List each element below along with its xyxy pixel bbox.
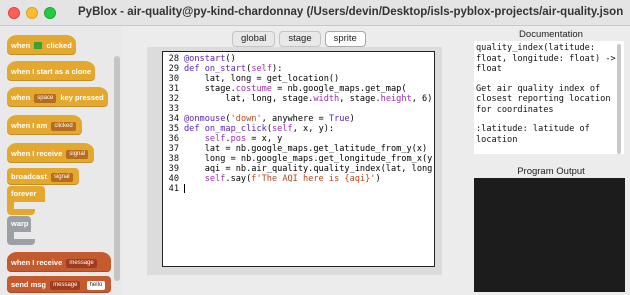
documentation-panel[interactable]: quality_index(latitude: float, longitude… [474, 41, 624, 154]
tab-stage[interactable]: stage [279, 31, 321, 47]
block-foot [7, 239, 35, 245]
green-flag-icon [34, 42, 43, 49]
block-label: when I am [11, 121, 48, 130]
broadcast-signal-dropdown[interactable]: signal [50, 173, 73, 182]
window-title: PyBlox - air-quality@py-kind-chardonnay … [78, 6, 623, 18]
code-line [184, 184, 434, 194]
block-label: when I receive [11, 149, 63, 158]
broadcast-block[interactable]: broadcast signal [7, 168, 79, 185]
when-flag-clicked-block[interactable]: when clicked [7, 35, 76, 55]
tab-global[interactable]: global [232, 31, 276, 47]
title-bar: PyBlox - air-quality@py-kind-chardonnay … [0, 0, 630, 26]
maximize-window-button[interactable] [44, 7, 56, 19]
line-number: 38 [168, 154, 179, 164]
send-message-dropdown[interactable]: message [50, 281, 81, 290]
text-cursor [184, 184, 185, 193]
line-number-gutter: 28 29 30 31 32 33 34 35 36 37 38 39 40 41 [163, 54, 179, 194]
when-key-pressed-block[interactable]: when space key pressed [7, 87, 108, 107]
when-i-am-block[interactable]: when I am clicked [7, 115, 82, 135]
block-label: key pressed [60, 93, 104, 102]
when-i-receive-message-block[interactable]: when I receive message [7, 252, 111, 272]
block-label: when I start as a clone [11, 67, 92, 76]
code-line: stage.costume = nb.google_maps.get_map( [184, 84, 407, 94]
block-label: forever [7, 186, 45, 202]
line-number: 34 [168, 114, 179, 124]
doc-description: Get air quality index of closest reporti… [476, 83, 611, 115]
code-line: def on_start(self): [184, 64, 283, 74]
code-line: @onmouse('down', anywhere = True) [184, 114, 355, 124]
line-number: 29 [168, 64, 179, 74]
code-line: @onstart() [184, 54, 236, 64]
line-number: 39 [168, 164, 179, 174]
documentation-title: Documentation [519, 29, 583, 40]
line-number: 33 [168, 104, 179, 114]
line-number: 31 [168, 84, 179, 94]
code-editor[interactable]: 28 29 30 31 32 33 34 35 36 37 38 39 40 41 @onstart() … [162, 51, 435, 267]
key-dropdown[interactable]: space [34, 94, 57, 103]
doc-signature: quality_index(latitude: float, longitude… [476, 43, 616, 74]
program-output-title: Program Output [517, 166, 585, 177]
program-output-canvas[interactable] [474, 178, 625, 292]
message-value-input[interactable]: hello [86, 281, 106, 290]
block-label: when [11, 93, 31, 102]
minimize-window-button[interactable] [26, 7, 38, 19]
close-window-button[interactable] [8, 7, 20, 19]
editor-frame: 28 29 30 31 32 33 34 35 36 37 38 39 40 41 @onstart() … [147, 47, 442, 275]
code-area[interactable]: @onstart() def on_start(self): lat, long… [184, 54, 434, 194]
tab-sprite[interactable]: sprite [324, 31, 366, 47]
line-number: 40 [168, 174, 179, 184]
line-number: 35 [168, 124, 179, 134]
code-line: lat = nb.google_maps.get_latitude_from_y… [184, 144, 428, 154]
code-line: lat, long = get_location() [184, 74, 340, 84]
forever-block[interactable]: forever [7, 186, 45, 215]
block-palette: when clicked when I start as a clone whe… [0, 26, 122, 295]
block-label: broadcast [11, 172, 47, 181]
code-line: long = nb.google_maps.get_longitude_from… [184, 154, 435, 164]
block-label: when I receive [11, 258, 63, 267]
message-dropdown[interactable]: message [66, 259, 97, 268]
block-arm [7, 202, 14, 209]
line-number: 37 [168, 144, 179, 154]
code-line: def on_map_click(self, x, y): [184, 124, 335, 134]
block-arm [7, 232, 14, 239]
when-start-as-clone-block[interactable]: when I start as a clone [7, 61, 96, 81]
line-number: 28 [168, 54, 179, 64]
signal-dropdown[interactable]: signal [66, 150, 89, 159]
state-dropdown[interactable]: clicked [51, 122, 76, 131]
doc-param: :latitude: latitude of location [476, 124, 590, 145]
block-foot [7, 209, 35, 215]
code-line: self.pos = x, y [204, 134, 283, 144]
editor-tabs: global stage sprite [232, 31, 366, 47]
block-label: when [11, 41, 31, 50]
when-i-receive-signal-block[interactable]: when I receive signal [7, 143, 95, 163]
code-line: self.say(f'The AQI here is {aqi}') [204, 174, 381, 184]
block-label: warp [7, 216, 31, 232]
line-number: 32 [168, 94, 179, 104]
documentation-scrollbar[interactable] [617, 44, 621, 154]
block-label: send msg [11, 280, 47, 289]
line-number: 36 [168, 134, 179, 144]
palette-scrollbar[interactable] [114, 56, 120, 281]
code-line: aqi = nb.air_quality.quality_index(lat, … [184, 164, 435, 174]
line-number: 41 [168, 184, 179, 194]
line-number: 30 [168, 74, 179, 84]
block-label: clicked [46, 41, 72, 50]
code-line: lat, long, stage.width, stage.height, 6) [184, 94, 433, 104]
send-msg-block[interactable]: send msg message hello [7, 276, 111, 293]
warp-block[interactable]: warp [7, 216, 35, 245]
